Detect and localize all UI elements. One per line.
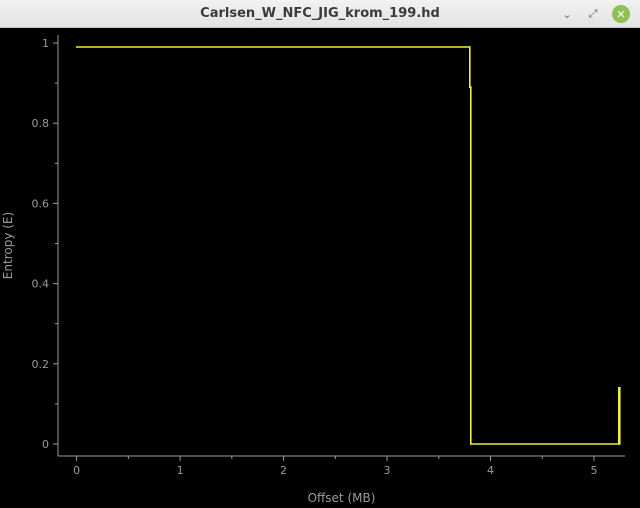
entropy-point <box>619 443 621 445</box>
entropy-series-line <box>76 46 621 445</box>
maximize-button[interactable]: ⤢ <box>584 5 602 23</box>
x-tick-label: 3 <box>384 464 391 477</box>
entropy-point <box>469 46 471 48</box>
x-tick-label: 0 <box>73 464 80 477</box>
entropy-point <box>619 387 621 389</box>
series-layer <box>75 46 621 445</box>
entropy-point <box>470 86 472 88</box>
chart-svg: 0 1 2 3 4 5 0 0.2 0.4 0.6 0.8 1 Offset (MB) Entropy… <box>1 35 625 505</box>
axes: 0 1 2 3 4 5 0 0.2 0.4 0.6 0.8 1 <box>32 35 625 477</box>
x-tick-label: 5 <box>590 464 597 477</box>
x-tick-label: 1 <box>177 464 184 477</box>
entropy-point <box>75 46 78 48</box>
minimize-icon: ⌄ <box>562 7 572 21</box>
maximize-icon: ⤢ <box>588 7 598 20</box>
x-tick-label: 2 <box>280 464 287 477</box>
entropy-point <box>470 443 472 445</box>
y-tick-label: 0.2 <box>32 358 50 371</box>
y-tick-label: 0.6 <box>32 197 50 210</box>
window-title: Carlsen_W_NFC_JIG_krom_199.hd <box>200 6 440 21</box>
close-button[interactable]: ✕ <box>612 5 630 23</box>
y-tick-label: 0.4 <box>32 278 50 291</box>
title-bar[interactable]: Carlsen_W_NFC_JIG_krom_199.hd ⌄ ⤢ ✕ <box>0 0 640 28</box>
y-tick-label: 0.8 <box>32 117 50 130</box>
entropy-chart: 0 1 2 3 4 5 0 0.2 0.4 0.6 0.8 1 Offset (MB) Entropy… <box>0 28 640 508</box>
x-axis-label: Offset (MB) <box>308 491 376 505</box>
y-tick-label: 0 <box>42 438 49 451</box>
close-icon: ✕ <box>616 7 626 21</box>
minimize-button[interactable]: ⌄ <box>558 5 576 23</box>
y-tick-label: 1 <box>42 37 49 50</box>
y-axis-label: Entropy (E) <box>1 212 15 279</box>
app-window: Carlsen_W_NFC_JIG_krom_199.hd ⌄ ⤢ ✕ 0 1 2 3… <box>0 0 640 508</box>
x-tick-label: 4 <box>487 464 494 477</box>
